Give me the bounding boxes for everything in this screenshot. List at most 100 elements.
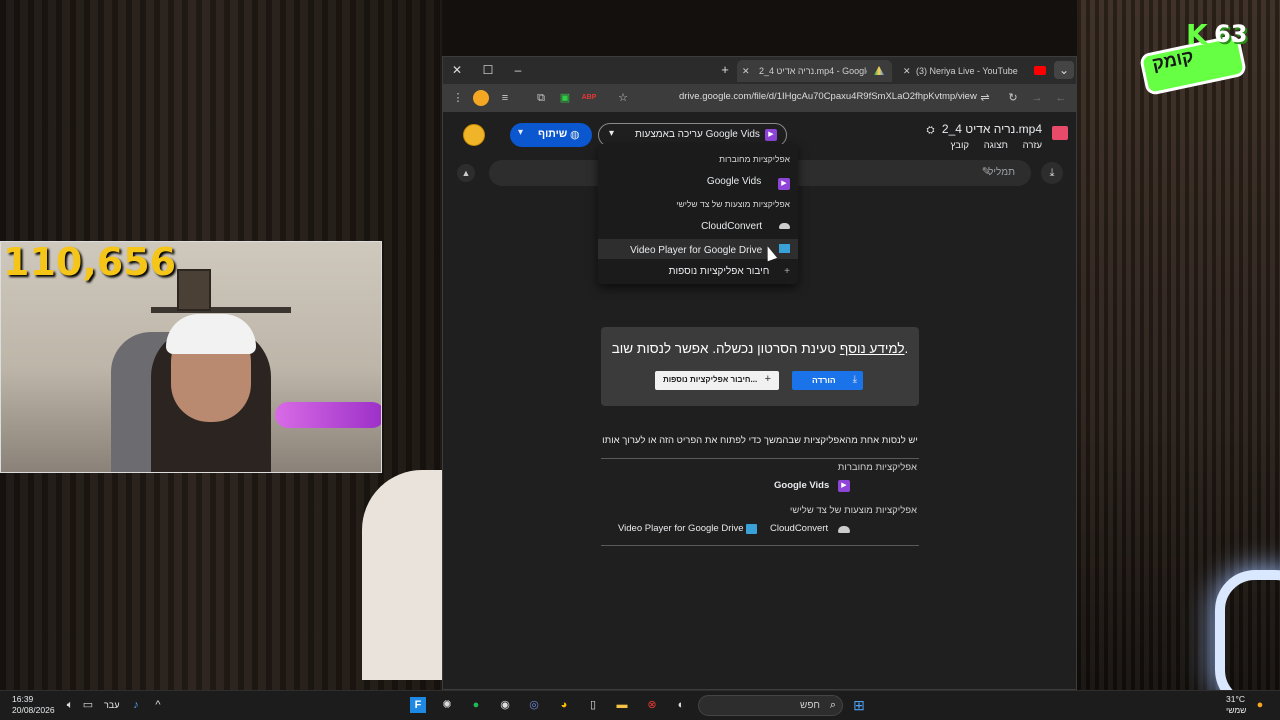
- menu-view[interactable]: תצוגה: [984, 140, 1008, 151]
- tray-chevron-icon[interactable]: ^: [150, 697, 166, 713]
- cam-picture-frame: [177, 269, 211, 311]
- download-button[interactable]: הורדה ⤓: [792, 371, 863, 390]
- info-text: יש לנסות אחת מהאפליקציות שבהמשך כדי לפתו…: [602, 435, 918, 446]
- app-phone-icon[interactable]: ▯: [585, 697, 601, 713]
- menu-dots-icon[interactable]: ⋮: [450, 90, 466, 106]
- close-tab-icon[interactable]: ✕: [742, 60, 750, 82]
- menu-item-label: חיבור אפליקציות נוספות: [668, 266, 770, 277]
- connect-more-label: חיבור אפליקציות נוספות...: [663, 375, 758, 384]
- app-video-player[interactable]: Video Player for Google Drive: [618, 523, 744, 534]
- viewer-count: 110,656: [3, 240, 177, 284]
- app-gear-icon[interactable]: ✺: [439, 697, 455, 713]
- video-file-icon: [1052, 126, 1068, 140]
- volume-icon[interactable]: 🔈︎: [62, 697, 78, 713]
- menu-file[interactable]: קובץ: [951, 140, 970, 151]
- menu-item-label: CloudConvert: [701, 221, 763, 232]
- search-icon: ⌕: [829, 699, 836, 711]
- cam-shelf: [151, 307, 291, 313]
- menu-item-cloudconvert[interactable]: CloudConvert: [701, 221, 790, 232]
- logo-number: 63: [1214, 20, 1248, 48]
- clock-time: 16:39: [12, 694, 34, 704]
- extension-green-icon[interactable]: ▣: [557, 90, 573, 106]
- video-player-icon: [779, 244, 790, 253]
- close-window-icon[interactable]: ✕: [447, 61, 467, 79]
- tab-search-icon[interactable]: ⌄: [1054, 61, 1074, 79]
- open-with-dropdown-icon[interactable]: ▾: [609, 128, 614, 139]
- share-dropdown-icon[interactable]: ▾: [518, 127, 523, 138]
- bookmark-star-icon[interactable]: ☆: [615, 90, 631, 106]
- transcript-icon: ✎: [981, 166, 991, 178]
- youtube-favicon-icon: [1034, 66, 1046, 75]
- weather-temp: 31°C: [1226, 694, 1245, 704]
- cam-microphone: [275, 402, 381, 428]
- back-icon[interactable]: ←: [1053, 90, 1069, 106]
- tab-google-drive[interactable]: ✕ נריה אדיט 4_2.mp4 - Google Drive: [737, 60, 892, 82]
- divider: [601, 545, 919, 546]
- site-settings-icon[interactable]: ⇌: [977, 90, 993, 106]
- discord-icon[interactable]: ◎: [526, 697, 542, 713]
- windows-start-icon[interactable]: ⊞: [851, 697, 867, 713]
- transcript-placeholder: תמליל: [988, 167, 1015, 178]
- app-cloudconvert[interactable]: CloudConvert: [770, 523, 828, 534]
- profile-icon[interactable]: [473, 90, 489, 106]
- shared-drive-icon: ⛭: [926, 125, 935, 136]
- app-red-icon[interactable]: ⊗: [644, 697, 660, 713]
- language-indicator[interactable]: עבר: [104, 700, 119, 710]
- menu-item-label: Video Player for Google Drive: [630, 245, 763, 256]
- maximize-icon[interactable]: ☐: [478, 61, 498, 79]
- address-bar: ⋮ ≡ ⧉ ▣ ABP ☆ drive.google.com/file/d/1I…: [443, 84, 1076, 112]
- collapse-up-icon[interactable]: ▲: [457, 164, 475, 182]
- close-tab-icon[interactable]: ✕: [903, 60, 911, 82]
- taskbar-search[interactable]: חפש ⌕: [698, 695, 843, 716]
- clock-date: 20/08/2026: [12, 705, 55, 715]
- download-icon[interactable]: ⤓: [1041, 162, 1063, 184]
- new-tab-button[interactable]: +: [717, 61, 733, 79]
- error-link[interactable]: למידע נוסף: [840, 341, 905, 356]
- menu-item-label: Google Vids: [706, 176, 762, 187]
- video-player-icon: [746, 524, 757, 534]
- load-error-card: למידע נוסף טעינת הסרטון נכשלה. אפשר לנסו…: [601, 327, 919, 406]
- menu-header-third-party: אפליקציות מוצעות של צד שלישי: [676, 199, 790, 209]
- error-message: למידע נוסף טעינת הסרטון נכשלה. אפשר לנסו…: [601, 341, 919, 356]
- stream-logo: K 63 קומק: [1138, 18, 1266, 97]
- cam-headphones: [166, 314, 256, 354]
- connect-more-apps-button[interactable]: חיבור אפליקציות נוספות... +: [655, 371, 779, 390]
- chrome-icon[interactable]: ◕: [556, 697, 572, 713]
- download-label: הורדה: [812, 375, 836, 385]
- menu-item-connect-more[interactable]: חיבור אפליקציות נוספות +: [669, 266, 790, 277]
- app-f-icon[interactable]: F: [410, 697, 426, 713]
- connected-apps-header: אפליקציות מחוברות: [837, 462, 917, 473]
- extensions-icon[interactable]: ⧉: [533, 90, 549, 106]
- network-icon[interactable]: ▭: [80, 697, 96, 713]
- url-text[interactable]: drive.google.com/file/d/1IHgcAu70Cpaxu4R…: [679, 91, 977, 102]
- share-button[interactable]: ▾ שיתוף ◍: [510, 123, 592, 147]
- menu-help[interactable]: עזרה: [1023, 140, 1042, 151]
- cloudconvert-icon: [779, 223, 790, 229]
- taskbar: 16:39 20/08/2026 🔈︎ ▭ עבר ♪ ^ F ✺ ● ◉ ◎ …: [0, 690, 1280, 720]
- menu-item-google-vids[interactable]: Google Vids ▶: [706, 176, 790, 190]
- file-menu-bar: עזרה תצוגה קובץ: [939, 140, 1043, 151]
- obs-icon[interactable]: ◐: [673, 697, 689, 713]
- file-title-text: נריה אדיט 4_2.mp4: [941, 122, 1042, 136]
- weather-desc: שמשי: [1226, 705, 1247, 715]
- app-bot-icon[interactable]: ◉: [497, 697, 513, 713]
- app-google-vids[interactable]: Google Vids: [774, 480, 829, 491]
- ring-light: [1215, 570, 1280, 710]
- file-title: ⛭ נריה אדיט 4_2.mp4: [927, 122, 1042, 136]
- clock[interactable]: 16:39 20/08/2026: [12, 694, 55, 716]
- globe-icon: ◍: [570, 129, 580, 141]
- plus-icon: +: [784, 266, 790, 277]
- minimize-icon[interactable]: –: [508, 61, 528, 79]
- microphone-icon[interactable]: ♪: [128, 697, 144, 713]
- tab-youtube[interactable]: ✕ (3) Neriya Live - YouTube: [898, 60, 1048, 82]
- adblock-icon[interactable]: ABP: [581, 90, 597, 106]
- forward-icon[interactable]: →: [1029, 90, 1045, 106]
- plus-icon: +: [764, 373, 771, 385]
- weather[interactable]: 31°C שמשי: [1226, 694, 1246, 716]
- menu-header-connected: אפליקציות מחוברות: [719, 154, 790, 164]
- file-explorer-icon[interactable]: ▬: [614, 697, 630, 713]
- spotify-icon[interactable]: ●: [468, 697, 484, 713]
- reading-list-icon[interactable]: ≡: [497, 90, 513, 106]
- user-avatar[interactable]: [463, 124, 485, 146]
- reload-icon[interactable]: ↻: [1005, 90, 1021, 106]
